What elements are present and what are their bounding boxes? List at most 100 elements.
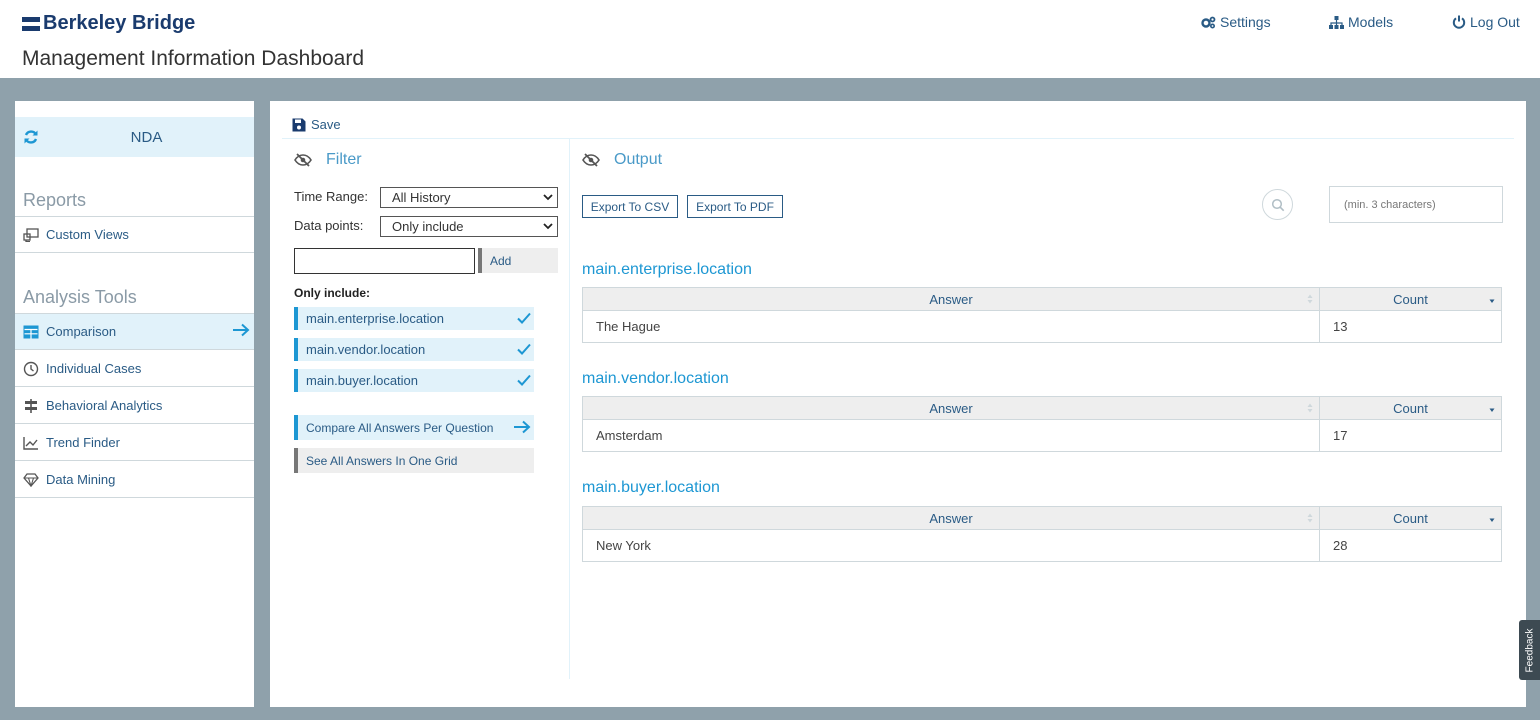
- sort-desc-icon: [1489, 299, 1495, 303]
- include-item[interactable]: main.buyer.location: [294, 369, 534, 392]
- count-column-header[interactable]: Count: [1320, 397, 1501, 419]
- feedback-tab[interactable]: Feedback: [1519, 620, 1540, 680]
- answer-grid: Answer Count The Hague 13: [582, 287, 1502, 343]
- search-button[interactable]: [1262, 189, 1293, 220]
- compare-answers-button[interactable]: Compare All Answers Per Question: [294, 415, 534, 440]
- export-pdf-button[interactable]: Export To PDF: [687, 195, 783, 218]
- chart-line-icon: [23, 435, 39, 451]
- sidebar-item-label: Trend Finder: [46, 435, 120, 450]
- grid-header: Answer Count: [583, 397, 1501, 420]
- answer-grid: Answer Count Amsterdam 17: [582, 396, 1502, 452]
- settings-label: Settings: [1220, 14, 1271, 30]
- count-column-header[interactable]: Count: [1320, 507, 1501, 529]
- save-button[interactable]: Save: [292, 117, 341, 132]
- answer-column-header[interactable]: Answer: [583, 288, 1320, 310]
- data-points-value: Only include: [392, 219, 464, 234]
- add-button[interactable]: Add: [478, 248, 558, 273]
- logout-label: Log Out: [1470, 14, 1520, 30]
- table-row[interactable]: New York 28: [583, 530, 1501, 561]
- sidebar-item-custom-views[interactable]: Custom Views: [15, 217, 254, 253]
- sort-icon: [1307, 513, 1313, 523]
- page-title: Management Information Dashboard: [22, 47, 365, 70]
- answer-header-label: Answer: [929, 292, 973, 307]
- power-icon: [1452, 15, 1466, 29]
- table-row[interactable]: The Hague 13: [583, 311, 1501, 342]
- filter-pane-title[interactable]: Filter: [294, 151, 362, 169]
- app-header: Berkeley Bridge Management Information D…: [0, 0, 1540, 78]
- search-input[interactable]: (min. 3 characters): [1329, 186, 1503, 223]
- include-item[interactable]: main.enterprise.location: [294, 307, 534, 330]
- answer-column-header[interactable]: Answer: [583, 397, 1320, 419]
- signpost-icon: [23, 398, 39, 414]
- gears-icon: [1201, 16, 1216, 29]
- main-panel: Save Filter Time Range: All History Data…: [270, 101, 1526, 707]
- include-item-label: main.buyer.location: [306, 373, 419, 388]
- see-all-answers-button[interactable]: See All Answers In One Grid: [294, 448, 534, 473]
- output-pane-title[interactable]: Output: [582, 151, 662, 169]
- count-cell: 13: [1333, 319, 1348, 334]
- count-column-header[interactable]: Count: [1320, 288, 1501, 310]
- search-icon: [1271, 198, 1284, 211]
- sidebar-item-behavioral-analytics[interactable]: Behavioral Analytics: [15, 388, 254, 424]
- check-icon: [517, 343, 531, 355]
- output-title: Output: [614, 151, 663, 168]
- grid-header: Answer Count: [583, 507, 1501, 530]
- check-icon: [517, 312, 531, 324]
- check-icon: [517, 374, 531, 386]
- brand-logo[interactable]: Berkeley Bridge: [22, 12, 195, 35]
- answer-cell: The Hague: [583, 311, 1320, 342]
- data-points-select[interactable]: Only include: [380, 216, 558, 237]
- answer-header-label: Answer: [929, 401, 973, 416]
- question-title: main.vendor.location: [582, 370, 729, 387]
- models-link[interactable]: Models: [1329, 14, 1393, 30]
- sort-desc-icon: [1489, 408, 1495, 412]
- settings-link[interactable]: Settings: [1201, 14, 1271, 30]
- answer-cell: Amsterdam: [583, 420, 1320, 451]
- data-point-input[interactable]: [294, 248, 475, 274]
- compare-answers-label: Compare All Answers Per Question: [306, 420, 494, 435]
- answer-cell: New York: [583, 530, 1320, 561]
- custom-views-icon: [23, 227, 39, 243]
- logo-text: Berkeley Bridge: [43, 12, 196, 34]
- count-header-label: Count: [1393, 401, 1428, 416]
- logout-link[interactable]: Log Out: [1452, 14, 1520, 30]
- chevron-down-icon: [543, 194, 553, 201]
- grid-header: Answer Count: [583, 288, 1501, 311]
- count-cell: 17: [1333, 428, 1348, 443]
- count-cell: 28: [1333, 538, 1348, 553]
- reports-heading: Reports: [23, 190, 87, 210]
- sidebar-item-trend-finder[interactable]: Trend Finder: [15, 425, 254, 461]
- sidebar-item-comparison[interactable]: Comparison: [15, 314, 254, 350]
- diamond-icon: [23, 472, 39, 488]
- filter-title: Filter: [326, 151, 362, 168]
- clock-icon: [23, 361, 39, 377]
- sidebar-item-label: Comparison: [46, 324, 117, 339]
- export-csv-button[interactable]: Export To CSV: [582, 195, 678, 218]
- feedback-label: Feedback: [1524, 628, 1536, 672]
- sort-desc-icon: [1489, 518, 1495, 522]
- time-range-label: Time Range:: [294, 189, 368, 204]
- question-title: main.buyer.location: [582, 479, 720, 496]
- table-row[interactable]: Amsterdam 17: [583, 420, 1501, 451]
- analysis-tools-heading: Analysis Tools: [23, 287, 137, 307]
- count-header-label: Count: [1393, 511, 1428, 526]
- save-label: Save: [311, 117, 341, 132]
- sidebar-item-label: Individual Cases: [46, 361, 142, 376]
- include-item-label: main.vendor.location: [306, 342, 426, 357]
- eye-slash-icon: [582, 153, 600, 167]
- divider: [282, 138, 1514, 139]
- models-label: Models: [1348, 14, 1394, 30]
- sidebar-item-individual-cases[interactable]: Individual Cases: [15, 351, 254, 387]
- floppy-disk-icon: [292, 118, 306, 131]
- table-icon: [23, 324, 39, 340]
- sort-icon: [1307, 403, 1313, 413]
- answer-header-label: Answer: [929, 511, 973, 526]
- eye-slash-icon: [294, 153, 312, 167]
- count-header-label: Count: [1393, 292, 1428, 307]
- time-range-select[interactable]: All History: [380, 187, 558, 208]
- model-selector[interactable]: NDA: [15, 117, 254, 157]
- include-item[interactable]: main.vendor.location: [294, 338, 534, 361]
- answer-column-header[interactable]: Answer: [583, 507, 1320, 529]
- sidebar-item-data-mining[interactable]: Data Mining: [15, 462, 254, 498]
- chevron-down-icon: [543, 223, 553, 230]
